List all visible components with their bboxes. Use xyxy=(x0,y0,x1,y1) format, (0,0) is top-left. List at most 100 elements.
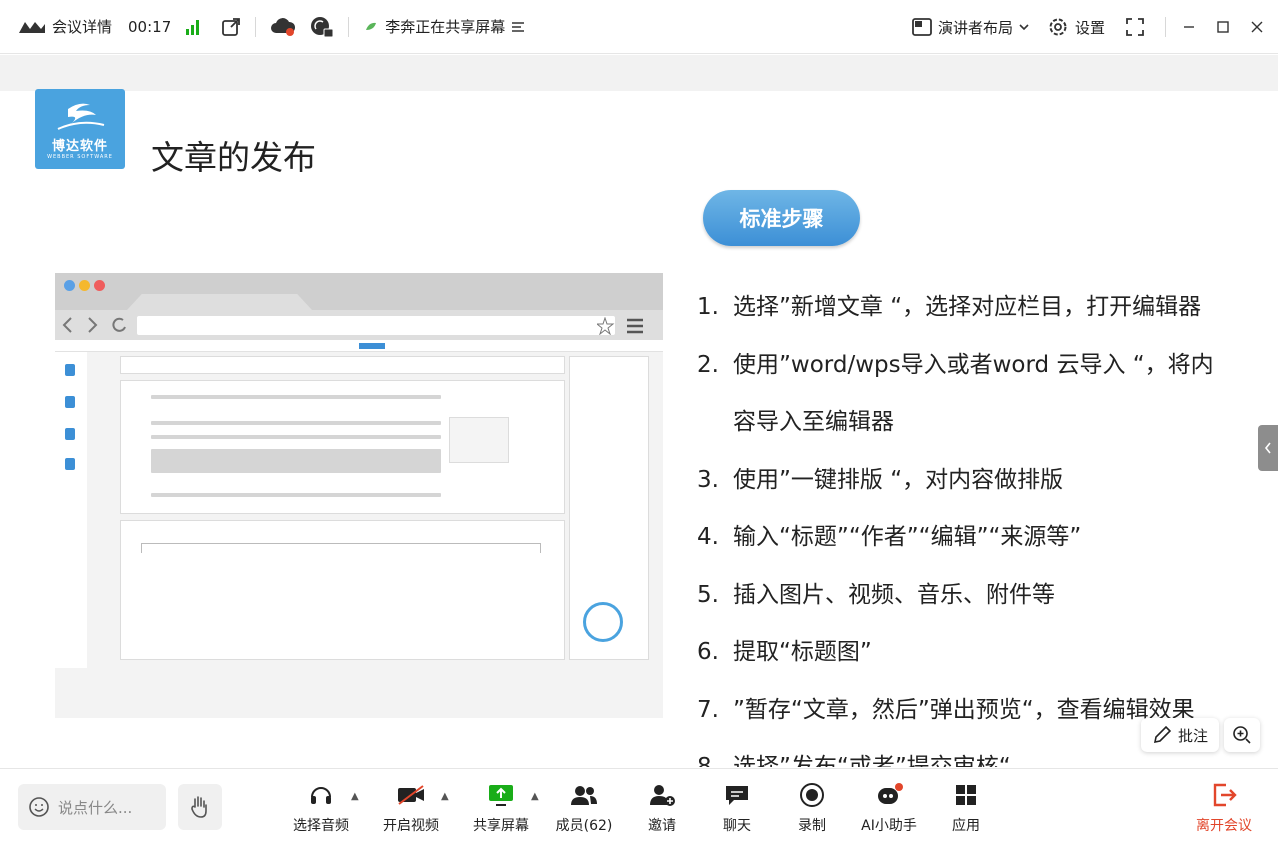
zoom-in-icon xyxy=(1232,725,1252,745)
presenter-layout-button[interactable]: 演讲者布局 xyxy=(912,0,1029,54)
apps-label: 应用 xyxy=(952,818,980,834)
maximize-button[interactable] xyxy=(1206,0,1240,54)
steps-list: 1. 选择”新增文章 “，选择对应栏目，打开编辑器 2. 使用”word/wps导入… xyxy=(697,279,1272,767)
chevron-down-icon xyxy=(1019,23,1029,31)
step-item: 3. 使用”一键排版 “，对内容做排版 xyxy=(697,452,1272,510)
network-broadcast-icon[interactable] xyxy=(310,16,334,38)
video-options-chevron-icon[interactable]: ▲ xyxy=(441,791,449,802)
close-button[interactable] xyxy=(1240,0,1274,54)
meeting-details-button[interactable]: 会议详情 xyxy=(18,0,112,54)
apps-button[interactable]: 应用 xyxy=(924,779,1008,839)
step-number: 1. xyxy=(697,294,719,320)
members-icon xyxy=(569,779,599,811)
mock-line xyxy=(151,395,441,399)
mock-rail-icon xyxy=(65,428,75,440)
mock-line xyxy=(151,435,441,439)
presenter-layout-label: 演讲者布局 xyxy=(937,18,1013,37)
mock-thumbnail xyxy=(449,417,509,463)
mock-line xyxy=(141,543,541,553)
mock-tab xyxy=(127,294,312,310)
chat-icon xyxy=(724,779,750,811)
signal-strength-icon[interactable] xyxy=(185,19,201,35)
audio-options-chevron-icon[interactable]: ▲ xyxy=(351,791,359,802)
minimize-icon xyxy=(1183,21,1195,33)
meeting-logo-icon xyxy=(18,19,46,35)
share-screen-icon xyxy=(487,779,515,811)
logo-text: 博达软件 xyxy=(51,138,108,154)
mock-rail-icon xyxy=(65,458,75,470)
mock-form xyxy=(120,380,565,514)
mock-blue-button xyxy=(359,343,385,349)
settings-label: 设置 xyxy=(1074,18,1105,37)
step-item: 2. 使用”word/wps导入或者word 云导入 “，将内 xyxy=(697,337,1272,395)
exit-icon xyxy=(1211,779,1237,811)
share-screen-label: 共享屏幕 xyxy=(473,818,529,834)
mock-left-rail xyxy=(55,352,87,668)
members-button[interactable]: 成员(62) xyxy=(542,779,626,839)
invite-label: 邀请 xyxy=(648,818,676,834)
leave-meeting-button[interactable]: 离开会议 xyxy=(1182,779,1266,839)
step-item: 5. 插入图片、视频、音乐、附件等 xyxy=(697,567,1272,625)
step-text: 使用”一键排版 “，对内容做排版 xyxy=(733,466,1064,493)
step-text: 提取“标题图” xyxy=(733,639,872,665)
zoom-button[interactable] xyxy=(1224,718,1260,752)
mock-content-area xyxy=(120,520,565,660)
settings-button[interactable]: 设置 xyxy=(1047,0,1105,54)
minimize-button[interactable] xyxy=(1172,0,1206,54)
step-text: 容导入至编辑器 xyxy=(733,409,894,435)
slide-title: 文章的发布 xyxy=(151,138,316,177)
mock-line xyxy=(151,449,441,473)
sharing-leaf-icon xyxy=(363,20,379,34)
editor-screenshot-image xyxy=(55,273,663,718)
mock-dot xyxy=(79,280,90,291)
step-number: 4. xyxy=(697,524,719,550)
raise-hand-button[interactable] xyxy=(178,784,222,830)
sharing-status-label: 李奔正在共享屏幕 xyxy=(385,18,506,36)
select-audio-label: 选择音频 xyxy=(293,818,349,834)
cloud-icon[interactable] xyxy=(270,17,296,37)
company-logo: 博达软件 WEBBER SOFTWARE xyxy=(35,89,125,169)
step-number: 6. xyxy=(697,639,719,665)
apps-grid-icon xyxy=(954,779,978,811)
logo-swoosh-icon xyxy=(57,103,105,130)
annotate-button[interactable]: 批注 xyxy=(1141,718,1219,752)
step-text: 使用”word/wps导入或者word 云导入 “，将内 xyxy=(733,351,1214,378)
share-screen-button[interactable]: 共享屏幕 xyxy=(459,779,543,839)
shared-screen-area: 博达软件 WEBBER SOFTWARE 文章的发布 标准步骤 1. 选择”新增… xyxy=(0,55,1278,767)
divider xyxy=(348,16,350,37)
mock-editor-page xyxy=(55,340,663,718)
step-item: 4. 输入“标题”“作者”“编辑”“来源等” xyxy=(697,509,1272,567)
start-video-button[interactable]: 开启视频 xyxy=(369,779,453,839)
meeting-toolbar: 说点什么... 选择音频 ▲ 开启视频 ▲ 共享屏幕 ▲ 成员(62) 邀请 聊… xyxy=(0,768,1278,844)
mock-ai-bubble xyxy=(583,602,623,642)
gear-icon xyxy=(1047,16,1069,38)
window-controls: 演讲者布局 设置 xyxy=(912,0,1278,54)
quick-chat-input[interactable]: 说点什么... xyxy=(18,784,166,830)
step-number: 3. xyxy=(697,466,719,493)
mock-nav-bar xyxy=(55,310,663,340)
select-audio-button[interactable]: 选择音频 xyxy=(279,779,363,839)
members-label: 成员(62) xyxy=(555,818,613,834)
mock-tab-bar xyxy=(55,273,663,310)
side-panel-toggle[interactable] xyxy=(1258,425,1278,471)
step-text: 插入图片、视频、音乐、附件等 xyxy=(733,581,1055,608)
leave-meeting-label: 离开会议 xyxy=(1196,818,1252,834)
popout-icon[interactable] xyxy=(221,17,241,37)
invite-button[interactable]: 邀请 xyxy=(620,779,704,839)
chat-button[interactable]: 聊天 xyxy=(695,779,779,839)
chat-label: 聊天 xyxy=(723,818,751,834)
ai-assistant-button[interactable]: AI小助手 xyxy=(847,779,931,839)
sharing-status[interactable]: 李奔正在共享屏幕 xyxy=(363,0,525,54)
step-text: 选择”新增文章 “，选择对应栏目，打开编辑器 xyxy=(733,294,1202,320)
mock-rail-icon xyxy=(65,396,75,408)
logo-text-en: WEBBER SOFTWARE xyxy=(47,153,113,160)
record-button[interactable]: 录制 xyxy=(770,779,854,839)
fullscreen-icon[interactable] xyxy=(1125,17,1145,37)
share-options-chevron-icon[interactable]: ▲ xyxy=(531,791,539,802)
step-number: 7. xyxy=(697,696,719,723)
step-item: 6. 提取“标题图” xyxy=(697,624,1272,682)
emoji-icon xyxy=(28,796,50,818)
video-off-icon xyxy=(397,779,425,811)
mock-dot xyxy=(94,280,105,291)
mock-star-menu-icon xyxy=(597,317,643,335)
